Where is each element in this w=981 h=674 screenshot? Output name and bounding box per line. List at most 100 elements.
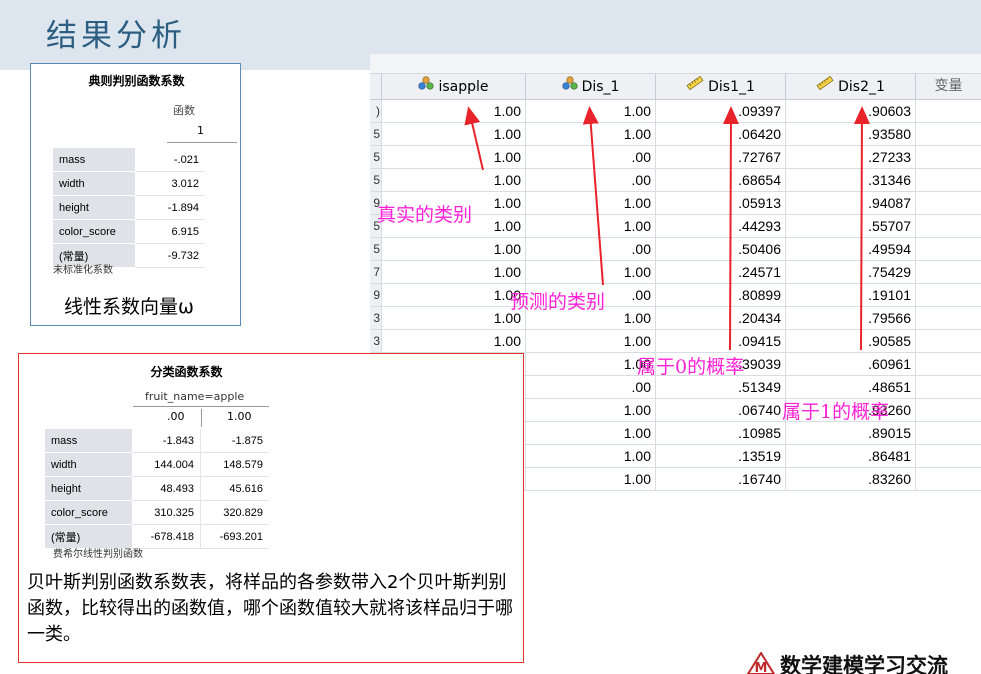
grid-cell[interactable]: .06420 xyxy=(656,123,786,146)
grid-cell[interactable]: .20434 xyxy=(656,307,786,330)
row-number[interactable]: 9 xyxy=(370,284,382,307)
grid-cell[interactable]: .24571 xyxy=(656,261,786,284)
row-number[interactable]: 3 xyxy=(370,330,382,353)
grid-cell[interactable]: 1.00 xyxy=(526,123,656,146)
grid-cell[interactable]: .13519 xyxy=(656,445,786,468)
table-row[interactable]: 5 1.00 1.00.06420.93580 xyxy=(370,123,981,146)
grid-cell[interactable]: .72767 xyxy=(656,146,786,169)
empty-grid-cell[interactable] xyxy=(916,307,981,330)
grid-cell[interactable]: .44293 xyxy=(656,215,786,238)
grid-cell[interactable]: .48651 xyxy=(786,376,916,399)
canonical-note: 未标准化系数 xyxy=(53,265,113,276)
grid-cell[interactable]: .00 xyxy=(526,238,656,261)
grid-cell[interactable]: .90585 xyxy=(786,330,916,353)
grid-cell[interactable]: .80899 xyxy=(656,284,786,307)
grid-cell[interactable]: .55707 xyxy=(786,215,916,238)
table-row[interactable]: 7 1.00 1.00.24571.75429 xyxy=(370,261,981,284)
grid-cell[interactable]: .10985 xyxy=(656,422,786,445)
empty-grid-cell[interactable] xyxy=(916,445,981,468)
canonical-header-col: 1 xyxy=(197,124,204,137)
column-header-dis1_1[interactable]: Dis1_1 xyxy=(656,74,786,99)
table-row[interactable]: 3 1.00 1.00.09415.90585 xyxy=(370,330,981,353)
grid-cell[interactable]: 1.00 xyxy=(526,192,656,215)
empty-grid-cell[interactable] xyxy=(916,399,981,422)
grid-cell[interactable]: .27233 xyxy=(786,146,916,169)
empty-grid-cell[interactable] xyxy=(916,353,981,376)
grid-cell[interactable]: 1.00 xyxy=(382,100,526,123)
grid-cell[interactable]: 1.00 xyxy=(382,330,526,353)
grid-cell[interactable]: 1.00 xyxy=(526,445,656,468)
row-label: color_score xyxy=(45,500,132,525)
empty-grid-cell[interactable] xyxy=(916,468,981,491)
grid-cell[interactable]: 1.00 xyxy=(526,330,656,353)
empty-grid-cell[interactable] xyxy=(916,261,981,284)
grid-cell[interactable]: .31346 xyxy=(786,169,916,192)
grid-cell[interactable]: .94087 xyxy=(786,192,916,215)
grid-cell[interactable]: .68654 xyxy=(656,169,786,192)
row-number[interactable]: 5 xyxy=(370,169,382,192)
row-number[interactable]: ) xyxy=(370,100,382,123)
grid-cell[interactable]: .49594 xyxy=(786,238,916,261)
grid-cell[interactable]: .90603 xyxy=(786,100,916,123)
grid-cell[interactable]: .09415 xyxy=(656,330,786,353)
grid-cell[interactable]: .06740 xyxy=(656,399,786,422)
grid-cell[interactable]: .05913 xyxy=(656,192,786,215)
table-row[interactable]: 3 1.00 1.00.20434.79566 xyxy=(370,307,981,330)
empty-grid-cell[interactable] xyxy=(916,284,981,307)
empty-grid-cell[interactable] xyxy=(916,192,981,215)
grid-cell[interactable]: .60961 xyxy=(786,353,916,376)
grid-cell[interactable]: 1.00 xyxy=(526,215,656,238)
grid-cell[interactable]: 1.00 xyxy=(382,307,526,330)
grid-cell[interactable]: 1.00 xyxy=(382,169,526,192)
grid-cell[interactable]: .19101 xyxy=(786,284,916,307)
row-number[interactable]: 3 xyxy=(370,307,382,330)
grid-cell[interactable]: 1.00 xyxy=(382,146,526,169)
empty-grid-cell[interactable] xyxy=(916,238,981,261)
grid-cell[interactable]: .89015 xyxy=(786,422,916,445)
grid-cell[interactable]: 1.00 xyxy=(382,123,526,146)
empty-grid-cell[interactable] xyxy=(916,146,981,169)
column-header-isapple[interactable]: isapple xyxy=(382,74,526,99)
table-row: color_score 310.325 320.829 xyxy=(45,500,269,525)
grid-cell[interactable]: .75429 xyxy=(786,261,916,284)
column-header-dis_1[interactable]: Dis_1 xyxy=(526,74,656,99)
grid-cell[interactable]: 1.00 xyxy=(526,261,656,284)
grid-cell[interactable]: 1.00 xyxy=(526,100,656,123)
empty-grid-cell[interactable] xyxy=(916,100,981,123)
grid-cell[interactable]: 1.00 xyxy=(382,238,526,261)
row-number[interactable]: 5 xyxy=(370,123,382,146)
empty-grid-cell[interactable] xyxy=(916,123,981,146)
table-row[interactable]: 5 1.00.00.50406.49594 xyxy=(370,238,981,261)
grid-cell[interactable]: .86481 xyxy=(786,445,916,468)
grid-cell[interactable]: .00 xyxy=(526,376,656,399)
table-row[interactable]: 5 1.00.00.72767.27233 xyxy=(370,146,981,169)
grid-cell[interactable]: 1.00 xyxy=(526,399,656,422)
column-header-var[interactable]: 变量 xyxy=(916,74,981,99)
grid-cell[interactable]: 1.00 xyxy=(526,468,656,491)
empty-grid-cell[interactable] xyxy=(916,330,981,353)
table-row[interactable]: 5 1.00.00.68654.31346 xyxy=(370,169,981,192)
grid-cell[interactable]: .51349 xyxy=(656,376,786,399)
grid-cell[interactable]: .16740 xyxy=(656,468,786,491)
row-number[interactable]: 7 xyxy=(370,261,382,284)
empty-grid-cell[interactable] xyxy=(916,169,981,192)
row-number[interactable]: 5 xyxy=(370,146,382,169)
grid-cell[interactable]: .83260 xyxy=(786,468,916,491)
empty-grid-cell[interactable] xyxy=(916,376,981,399)
table-row[interactable]: ) 1.00 1.00.09397.90603 xyxy=(370,100,981,123)
grid-cell[interactable]: .00 xyxy=(526,146,656,169)
row-number[interactable]: 5 xyxy=(370,238,382,261)
grid-cell[interactable]: .09397 xyxy=(656,100,786,123)
grid-cell[interactable]: .79566 xyxy=(786,307,916,330)
table-row[interactable]: 9 1.00.00.80899.19101 xyxy=(370,284,981,307)
grid-cell[interactable]: 1.00 xyxy=(382,284,526,307)
grid-cell[interactable]: 1.00 xyxy=(526,422,656,445)
annotation-pred-class: 预测的类别 xyxy=(510,291,606,313)
grid-cell[interactable]: 1.00 xyxy=(382,261,526,284)
empty-grid-cell[interactable] xyxy=(916,422,981,445)
grid-cell[interactable]: .93580 xyxy=(786,123,916,146)
column-header-dis2_1[interactable]: Dis2_1 xyxy=(786,74,916,99)
grid-cell[interactable]: .00 xyxy=(526,169,656,192)
grid-cell[interactable]: .50406 xyxy=(656,238,786,261)
empty-grid-cell[interactable] xyxy=(916,215,981,238)
